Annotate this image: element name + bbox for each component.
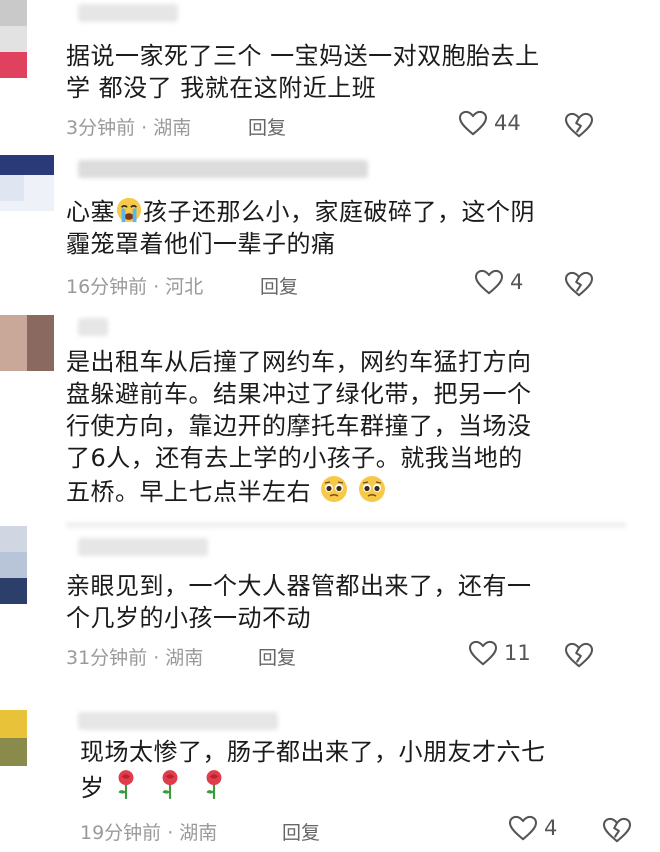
pleading-face-emoji [319, 474, 349, 504]
like-count: 4 [544, 816, 558, 840]
crying-face-emoji [115, 196, 143, 224]
comment-text-segment: 五桥。早上七点半左右 [66, 478, 311, 506]
meta-row-cutoff [66, 522, 626, 528]
like-count: 44 [494, 111, 521, 135]
comment-text-line: 心塞 孩子还那么小，家庭破碎了，这个阴 [66, 196, 620, 228]
comment-text-line: 是出租车从后撞了网约车，网约车猛打方向 [66, 348, 532, 376]
broken-heart-icon[interactable] [602, 817, 632, 843]
broken-heart-icon[interactable] [564, 271, 594, 297]
username-blurred[interactable] [78, 4, 178, 22]
reply-button[interactable]: 回复 [282, 818, 320, 845]
time-location: 31分钟前 · 湖南 [66, 647, 204, 669]
avatar-top[interactable] [0, 0, 54, 78]
broken-heart-icon[interactable] [564, 642, 594, 668]
heart-outline-icon [468, 640, 498, 666]
comment-text-line: 学 都没了 我就在这附近上班 [66, 74, 377, 102]
rose-emoji [157, 768, 183, 800]
like-button[interactable]: 4 [508, 815, 557, 841]
comment-text: 亲眼见到，一个大人器管都出来了，还有一 个几岁的小孩一动不动 [66, 570, 620, 634]
reply-button[interactable]: 回复 [258, 643, 296, 670]
like-button[interactable]: 11 [468, 640, 531, 666]
comment-text-line: 了6人，还有去上学的小孩子。就我当地的 [66, 444, 523, 472]
comment-text-line: 岁 [80, 768, 620, 804]
heart-outline-icon [508, 815, 538, 841]
time-location: 3分钟前 · 湖南 [66, 117, 192, 139]
comment-text-segment: 岁 [80, 774, 105, 802]
comment-text-line: 亲眼见到，一个大人器管都出来了，还有一 [66, 572, 532, 600]
comment-text: 是出租车从后撞了网约车，网约车猛打方向 盘躲避前车。结果冲过了绿化带，把另一个 … [66, 346, 620, 508]
username-blurred[interactable] [78, 318, 108, 336]
comment-text-line: 行使方向，靠边开的摩托车群撞了，当场没 [66, 412, 532, 440]
broken-heart-icon[interactable] [564, 112, 594, 138]
time-location: 16分钟前 · 河北 [66, 276, 204, 298]
avatar-5[interactable] [0, 710, 54, 766]
comment-text-segment: 孩子还那么小，家庭破碎了，这个阴 [143, 198, 535, 226]
comment-text-line: 现场太惨了，肠子都出来了，小朋友才六七 [80, 738, 546, 766]
pleading-face-emoji [357, 474, 387, 504]
like-button[interactable]: 4 [474, 269, 523, 295]
comment-text: 据说一家死了三个 一宝妈送一对双胞胎去上 学 都没了 我就在这附近上班 [66, 40, 620, 104]
avatar-3[interactable] [0, 315, 54, 371]
like-count: 4 [510, 270, 524, 294]
comment-text-line: 盘躲避前车。结果冲过了绿化带，把另一个 [66, 380, 532, 408]
comment-text-line: 个几岁的小孩一动不动 [66, 604, 311, 632]
rose-emoji [201, 768, 227, 800]
like-button[interactable]: 44 [458, 110, 521, 136]
reply-button[interactable]: 回复 [248, 113, 286, 140]
rose-emoji [113, 768, 139, 800]
heart-outline-icon [474, 269, 504, 295]
comment-text: 心塞 孩子还那么小，家庭破碎了，这个阴 霾笼罩着他们一辈子的痛 [66, 196, 620, 260]
like-count: 11 [504, 641, 531, 665]
username-blurred[interactable] [78, 712, 278, 730]
comment-text-line: 霾笼罩着他们一辈子的痛 [66, 230, 336, 258]
comment-text-line: 五桥。早上七点半左右 [66, 474, 620, 508]
comment-text: 现场太惨了，肠子都出来了，小朋友才六七 岁 [80, 736, 620, 804]
avatar-4[interactable] [0, 526, 54, 604]
heart-outline-icon [458, 110, 488, 136]
comment-text-segment: 心塞 [66, 198, 115, 226]
time-location: 19分钟前 · 湖南 [80, 822, 218, 844]
avatar-2[interactable] [0, 155, 54, 211]
username-blurred[interactable] [78, 538, 208, 556]
reply-button[interactable]: 回复 [260, 272, 298, 299]
comment-text-line: 据说一家死了三个 一宝妈送一对双胞胎去上 [66, 42, 540, 70]
username-blurred[interactable] [78, 160, 368, 178]
